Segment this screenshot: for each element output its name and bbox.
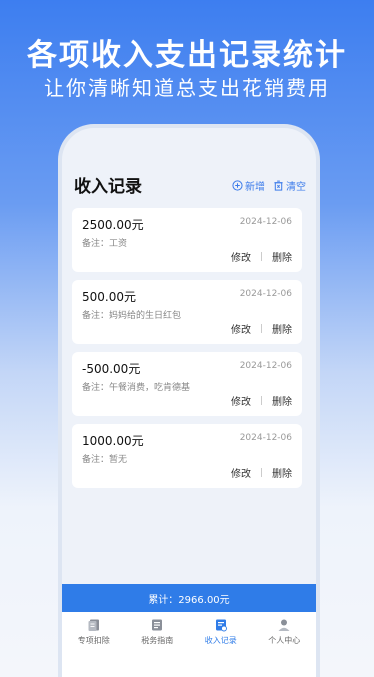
- record-actions: 修改 删除: [231, 465, 292, 480]
- promo-subtitle: 让你清晰知道总支出花销费用: [44, 76, 330, 100]
- record-amount: -500.00元: [82, 362, 141, 376]
- record-icon: [215, 619, 227, 632]
- tab-special-deduction[interactable]: 专项扣除: [64, 618, 124, 677]
- add-button[interactable]: 新增: [232, 178, 265, 193]
- edit-button[interactable]: 修改: [231, 321, 251, 336]
- delete-button[interactable]: 删除: [272, 393, 292, 408]
- record-card: 1000.00元 2024-12-06 备注：暂无 修改 删除: [72, 424, 302, 488]
- header-actions: 新增 清空: [232, 178, 306, 193]
- tab-label: 个人中心: [268, 636, 301, 645]
- record-actions: 修改 删除: [231, 321, 292, 336]
- record-actions: 修改 删除: [231, 393, 292, 408]
- tab-bar: 专项扣除 税务指南 收入记录 个人中心: [62, 612, 316, 677]
- add-label: 新增: [245, 182, 265, 193]
- divider: [261, 252, 262, 261]
- record-actions: 修改 删除: [231, 249, 292, 264]
- trash-icon: [274, 180, 283, 191]
- phone-frame: 收入记录 新增 清空 2500.00元 2024-12-06 备注：工资 修改 …: [58, 124, 320, 677]
- book-icon: [88, 619, 99, 631]
- record-amount: 2500.00元: [82, 218, 144, 232]
- tab-label: 专项扣除: [77, 636, 110, 645]
- record-date: 2024-12-06: [239, 433, 292, 443]
- record-date: 2024-12-06: [239, 217, 292, 227]
- divider: [261, 324, 262, 333]
- user-icon: [278, 619, 290, 631]
- edit-button[interactable]: 修改: [231, 393, 251, 408]
- add-icon: [232, 180, 243, 191]
- page-header: 收入记录 新增 清空: [74, 172, 306, 198]
- divider: [261, 396, 262, 405]
- total-bar: 累计：2966.00元: [62, 584, 316, 612]
- record-note: 备注：午餐消费，吃肯德基: [82, 383, 191, 393]
- tab-tax-guide[interactable]: 税务指南: [127, 618, 187, 677]
- guide-icon: [152, 619, 163, 631]
- record-amount: 1000.00元: [82, 434, 144, 448]
- delete-button[interactable]: 删除: [272, 249, 292, 264]
- promo-title: 各项收入支出记录统计: [27, 38, 347, 73]
- edit-button[interactable]: 修改: [231, 465, 251, 480]
- tab-label: 收入记录: [204, 636, 237, 645]
- tab-label: 税务指南: [141, 636, 174, 645]
- clear-button[interactable]: 清空: [273, 178, 306, 193]
- record-note: 备注：暂无: [82, 455, 128, 465]
- record-date: 2024-12-06: [239, 361, 292, 371]
- clear-label: 清空: [286, 182, 306, 193]
- record-amount: 500.00元: [82, 290, 136, 304]
- record-card: -500.00元 2024-12-06 备注：午餐消费，吃肯德基 修改 删除: [72, 352, 302, 416]
- page-title: 收入记录: [74, 177, 142, 197]
- record-card: 500.00元 2024-12-06 备注：妈妈给的生日红包 修改 删除: [72, 280, 302, 344]
- record-note: 备注：工资: [82, 239, 128, 249]
- divider: [261, 468, 262, 477]
- tab-income-record[interactable]: 收入记录: [191, 618, 251, 677]
- app-screen: 收入记录 新增 清空 2500.00元 2024-12-06 备注：工资 修改 …: [62, 128, 316, 677]
- tab-personal-center[interactable]: 个人中心: [254, 618, 314, 677]
- record-note: 备注：妈妈给的生日红包: [82, 311, 182, 321]
- record-date: 2024-12-06: [239, 289, 292, 299]
- record-card: 2500.00元 2024-12-06 备注：工资 修改 删除: [72, 208, 302, 272]
- edit-button[interactable]: 修改: [231, 249, 251, 264]
- delete-button[interactable]: 删除: [272, 465, 292, 480]
- delete-button[interactable]: 删除: [272, 321, 292, 336]
